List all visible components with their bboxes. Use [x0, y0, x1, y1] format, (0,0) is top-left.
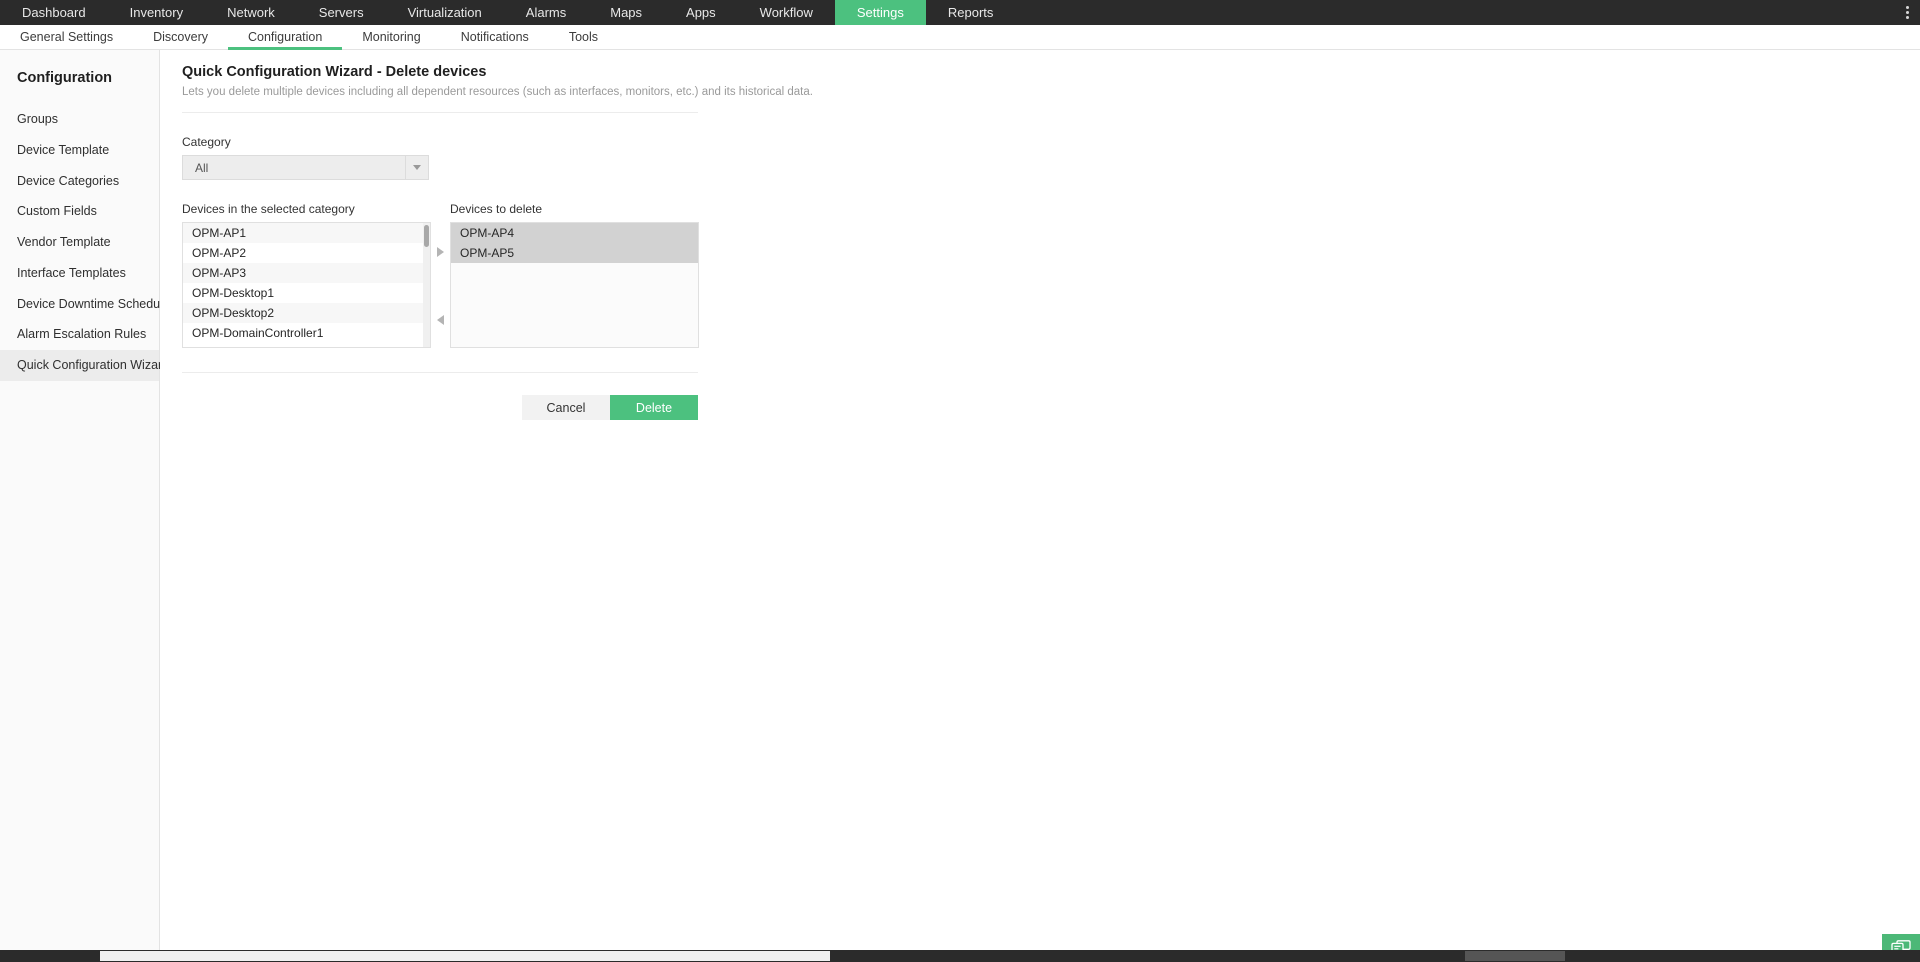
horizontal-scrollbar[interactable]: [0, 950, 1920, 962]
topnav-item-virtualization[interactable]: Virtualization: [386, 0, 504, 25]
tab-tools[interactable]: Tools: [549, 25, 618, 49]
main-content: Quick Configuration Wizard - Delete devi…: [160, 50, 1920, 962]
sidebar-item-device-template[interactable]: Device Template: [0, 135, 159, 166]
topnav-label: Maps: [610, 5, 643, 20]
tab-label: Tools: [568, 30, 598, 44]
list-item[interactable]: OPM-AP1: [183, 223, 430, 243]
sub-navigation-bar: General Settings Discovery Configuration…: [0, 25, 1920, 50]
topnav-item-apps[interactable]: Apps: [664, 0, 738, 25]
scrollbar-thumb[interactable]: [424, 225, 429, 247]
topnav-item-workflow[interactable]: Workflow: [738, 0, 835, 25]
kebab-vertical-icon[interactable]: [1894, 0, 1920, 25]
sidebar-item-custom-fields[interactable]: Custom Fields: [0, 196, 159, 227]
sidebar-item-label: Interface Templates: [17, 265, 126, 280]
sidebar-title: Configuration: [17, 70, 113, 86]
tab-discovery[interactable]: Discovery: [133, 25, 228, 49]
sidebar-item-vendor-template[interactable]: Vendor Template: [0, 227, 159, 258]
scrollbar-thumb-secondary[interactable]: [1465, 951, 1565, 961]
move-left-button[interactable]: [431, 300, 450, 340]
sidebar-item-label: Vendor Template: [17, 235, 111, 249]
topnav-label: Virtualization: [407, 5, 482, 20]
target-listbox[interactable]: OPM-AP4 OPM-AP5: [450, 222, 699, 348]
triangle-left-icon: [437, 315, 444, 325]
target-list-column: Devices to delete OPM-AP4 OPM-AP5: [450, 202, 699, 348]
topnav-spacer: [1015, 0, 1894, 25]
cancel-button[interactable]: Cancel: [522, 395, 610, 420]
sidebar-item-quick-configuration-wizard[interactable]: Quick Configuration Wizard: [0, 350, 169, 381]
footer-divider: [182, 372, 698, 373]
list-item[interactable]: OPM-AP3: [183, 263, 430, 283]
top-navigation-bar: Dashboard Inventory Network Servers Virt…: [0, 0, 1920, 25]
category-select[interactable]: All: [182, 155, 429, 180]
sidebar-item-groups[interactable]: Groups: [0, 104, 159, 135]
sidebar-item-label: Device Categories: [17, 173, 120, 188]
sidebar-item-label: Alarm Escalation Rules: [17, 327, 147, 342]
sidebar-item-alarm-escalation-rules[interactable]: Alarm Escalation Rules: [0, 319, 159, 350]
topnav-label: Reports: [947, 5, 994, 20]
topnav-label: Workflow: [759, 5, 813, 20]
dual-list-picker: Devices in the selected category OPM-AP1…: [182, 202, 1920, 348]
sidebar-item-label: Device Downtime Schedules: [17, 296, 177, 311]
topnav-label: Settings: [856, 5, 904, 20]
tab-label: Discovery: [153, 30, 208, 44]
page-subtitle: Lets you delete multiple devices includi…: [182, 86, 813, 98]
topnav-label: Alarms: [525, 5, 567, 20]
list-item[interactable]: OPM-AP4: [451, 223, 698, 243]
topnav-item-servers[interactable]: Servers: [297, 0, 386, 25]
triangle-right-icon: [437, 247, 444, 257]
action-buttons: Cancel Delete: [182, 395, 698, 420]
category-selected-value: All: [195, 160, 209, 175]
list-item[interactable]: OPM-DomainController1: [183, 323, 430, 343]
page-shell: Configuration Groups Device Template Dev…: [0, 50, 1920, 962]
sidebar-item-label: Groups: [17, 112, 58, 126]
sidebar-item-label: Quick Configuration Wizard: [17, 358, 170, 372]
header-divider: [182, 112, 698, 113]
topnav-item-maps[interactable]: Maps: [588, 0, 664, 25]
tab-label: General Settings: [20, 30, 114, 44]
scrollbar-thumb[interactable]: [100, 951, 830, 961]
tab-label: Configuration: [247, 30, 323, 44]
page-title: Quick Configuration Wizard - Delete devi…: [182, 64, 487, 80]
sidebar: Configuration Groups Device Template Dev…: [0, 50, 176, 962]
topnav-item-network[interactable]: Network: [205, 0, 297, 25]
sidebar-item-label: Device Template: [17, 142, 110, 157]
topnav-label: Inventory: [129, 5, 184, 20]
topnav-item-alarms[interactable]: Alarms: [504, 0, 588, 25]
topnav-item-settings[interactable]: Settings: [834, 0, 926, 25]
list-item[interactable]: OPM-Desktop2: [183, 303, 430, 323]
source-list-scrollbar[interactable]: [423, 223, 430, 347]
topnav-item-reports[interactable]: Reports: [926, 0, 1016, 25]
target-list-label: Devices to delete: [450, 202, 543, 216]
tab-configuration[interactable]: Configuration: [227, 25, 343, 50]
tab-label: Notifications: [460, 30, 529, 44]
list-item[interactable]: OPM-AP5: [451, 243, 698, 263]
list-item[interactable]: OPM-AP2: [183, 243, 430, 263]
sidebar-item-interface-templates[interactable]: Interface Templates: [0, 258, 159, 289]
delete-button[interactable]: Delete: [610, 395, 698, 420]
topnav-label: Servers: [318, 5, 364, 20]
topnav-label: Apps: [686, 5, 716, 20]
topnav-label: Dashboard: [22, 5, 86, 20]
tab-notifications[interactable]: Notifications: [441, 25, 549, 49]
sidebar-item-label: Custom Fields: [17, 204, 97, 219]
list-item[interactable]: OPM-Desktop1: [183, 283, 430, 303]
tab-label: Monitoring: [362, 30, 421, 44]
sidebar-item-device-downtime-schedules[interactable]: Device Downtime Schedules: [0, 289, 176, 320]
move-right-button[interactable]: [431, 232, 450, 272]
source-listbox[interactable]: OPM-AP1 OPM-AP2 OPM-AP3 OPM-Desktop1 OPM…: [182, 222, 431, 348]
category-label: Category: [182, 135, 231, 149]
tab-monitoring[interactable]: Monitoring: [342, 25, 440, 49]
topnav-item-dashboard[interactable]: Dashboard: [0, 0, 108, 25]
sidebar-item-device-categories[interactable]: Device Categories: [0, 166, 159, 197]
chevron-down-icon[interactable]: [405, 156, 428, 179]
source-list-column: Devices in the selected category OPM-AP1…: [182, 202, 431, 348]
source-list-label: Devices in the selected category: [182, 202, 355, 216]
topnav-item-inventory[interactable]: Inventory: [108, 0, 205, 25]
topnav-label: Network: [227, 5, 275, 20]
transfer-controls: [431, 222, 450, 348]
tab-general-settings[interactable]: General Settings: [0, 25, 133, 49]
